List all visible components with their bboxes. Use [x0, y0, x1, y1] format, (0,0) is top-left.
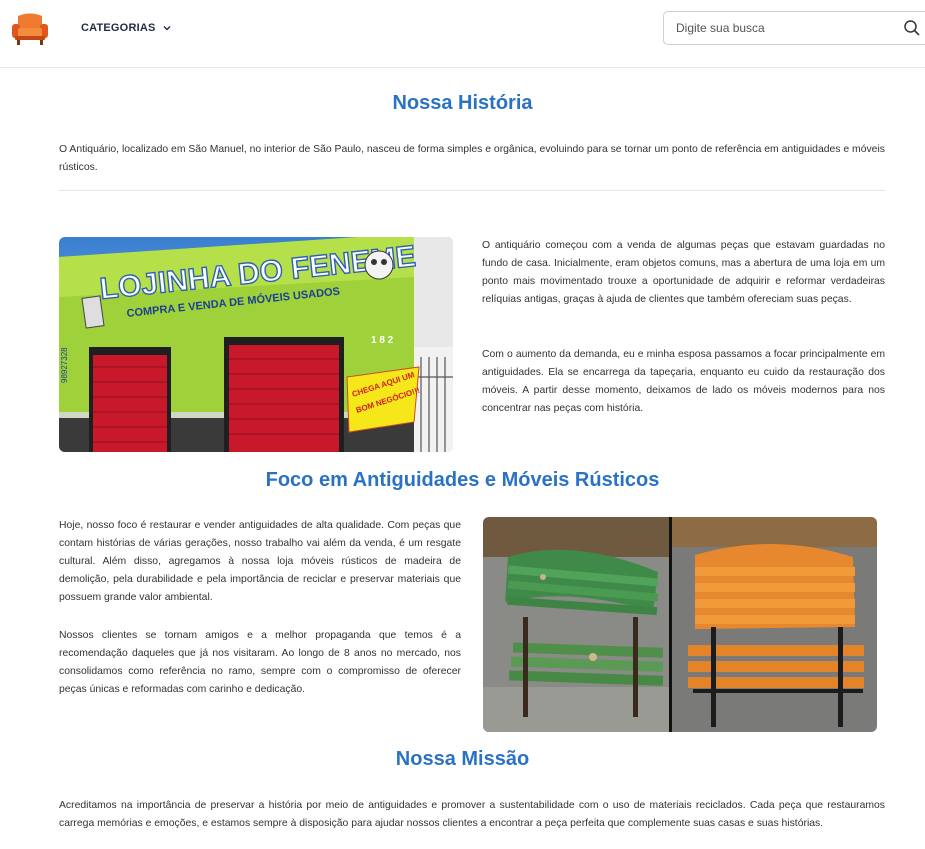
section-title-missao: Nossa Missão	[395, 748, 530, 770]
foco-paragraph-1: Hoje, nosso foco é restaurar e vender an…	[59, 520, 461, 603]
historia-paragraph-2: Com o aumento da demanda, eu e minha esp…	[482, 349, 885, 414]
section-title-foco: Foco em Antiguidades e Móveis Rústicos	[265, 469, 660, 491]
search-input[interactable]	[664, 13, 884, 43]
categories-dropdown[interactable]: CATEGORIAS	[81, 18, 172, 38]
bench-before-after-photo	[483, 517, 877, 732]
categories-label: CATEGORIAS	[81, 22, 156, 34]
chevron-down-icon	[163, 26, 171, 31]
armchair-logo-icon[interactable]	[10, 12, 50, 46]
store-number-text: 1 8 2	[371, 335, 394, 346]
foco-paragraph-2: Nossos clientes se tornam amigos e a mel…	[59, 630, 461, 695]
historia-intro-text: O Antiquário, localizado em São Manuel, …	[59, 144, 885, 173]
section-title-historia: Nossa História	[392, 92, 533, 114]
search-box	[663, 11, 925, 45]
search-icon[interactable]	[903, 19, 921, 37]
store-phone-text: 98927328	[60, 347, 69, 383]
section-divider	[59, 190, 885, 191]
historia-paragraph-1: O antiquário começou com a venda de algu…	[482, 240, 885, 305]
missao-paragraph: Acreditamos na importância de preservar …	[59, 800, 885, 829]
site-header: CATEGORIAS	[0, 0, 925, 68]
store-front-photo: LOJINHA DO FENEME COMPRA E VENDA DE MÓVE…	[59, 237, 453, 452]
